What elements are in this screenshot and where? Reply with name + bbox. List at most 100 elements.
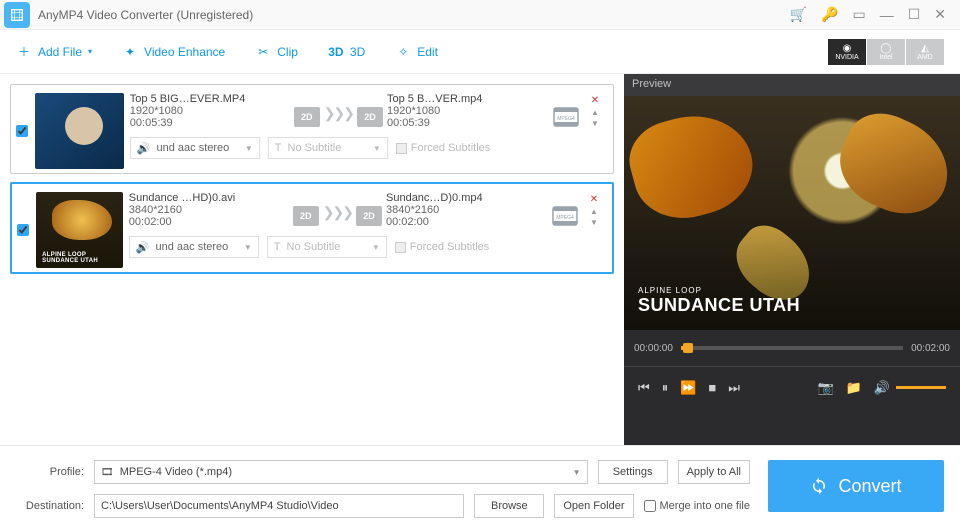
toolbar: ＋ Add File ▾ ✦ Video Enhance ✂ Clip 3D 3… [0,30,960,74]
intel-icon: ◯ [880,43,891,54]
preview-title: Preview [624,74,960,96]
source-2d-badge[interactable]: 2D [293,206,319,226]
format-icon[interactable]: MPEG4 [550,204,580,228]
gpu-amd[interactable]: ◭AMD [906,39,944,65]
cart-icon[interactable]: 🛒 [790,6,807,23]
subtitle-placeholder: No Subtitle [287,241,341,253]
item-checkbox[interactable] [17,224,29,236]
prev-button[interactable]: ⏮ [638,380,650,396]
open-folder-button[interactable]: Open Folder [554,494,633,518]
edit-icon: ✧ [395,44,411,60]
stop-button[interactable]: ■ [708,380,716,395]
three-d-label: 3D [350,45,365,59]
settings-button[interactable]: Settings [598,460,668,484]
browse-button[interactable]: Browse [474,494,544,518]
chevron-down-icon: ▾ [88,47,92,56]
subtitle-icon: T [274,241,281,253]
amd-icon: ◭ [921,43,929,54]
minimize-button[interactable]: — [880,7,894,23]
open-folder-button[interactable]: 📁 [846,380,862,396]
item-checkbox[interactable] [16,125,28,137]
audio-track-label: und aac stereo [157,142,230,154]
chevron-down-icon: ▼ [573,468,581,477]
merge-label: Merge into one file [660,500,751,512]
gpu-amd-label: AMD [917,54,933,61]
forced-subtitles-checkbox [395,242,406,253]
edit-label: Edit [417,45,438,59]
target-2d-badge[interactable]: 2D [356,206,382,226]
video-enhance-button[interactable]: ✦ Video Enhance [122,44,225,60]
remove-item-button[interactable]: ✕ [590,194,598,205]
svg-text:MPEG4: MPEG4 [556,215,574,221]
volume-icon[interactable]: 🔊 [874,380,890,396]
next-button[interactable]: ⏭ [728,380,740,396]
destination-label: Destination: [16,500,84,512]
target-filename: Sundanc…D)0.mp4 [386,192,546,204]
edit-button[interactable]: ✧ Edit [395,44,438,60]
source-duration: 00:02:00 [129,216,289,228]
source-filename: Sundance …HD)0.avi [129,192,289,204]
subtitle-dropdown[interactable]: T No Subtitle ▼ [267,236,387,258]
add-file-button[interactable]: ＋ Add File ▾ [16,44,92,60]
preview-timeline: 00:00:00 00:02:00 [624,330,960,366]
subtitle-dropdown[interactable]: T No Subtitle ▼ [268,137,388,159]
destination-field[interactable]: C:\Users\User\Documents\AnyMP4 Studio\Vi… [94,494,464,518]
fast-forward-button[interactable]: ⏩ [680,380,696,396]
time-total: 00:02:00 [911,343,950,354]
preview-controls: ⏮ ⏸ ⏩ ■ ⏭ 📷 📁 🔊 [624,366,960,408]
scissors-icon: ✂ [255,44,271,60]
speaker-icon: 🔊 [137,142,151,155]
key-icon[interactable]: 🔑 [821,6,838,23]
target-2d-badge[interactable]: 2D [357,107,383,127]
forced-subtitles-label: Forced Subtitles [410,241,489,253]
source-2d-badge[interactable]: 2D [294,107,320,127]
maximize-button[interactable]: ☐ [908,6,921,23]
three-d-button[interactable]: 3D 3D [328,44,365,60]
volume-slider[interactable] [896,386,946,389]
forced-subtitles-checkbox [396,143,407,154]
add-file-label: Add File [38,45,82,59]
profile-dropdown[interactable]: 🎞 MPEG-4 Video (*.mp4) ▼ [94,460,588,484]
gpu-nvidia-label: NVIDIA [835,54,858,61]
convert-button[interactable]: Convert [768,460,944,512]
move-up-button[interactable]: ▲ [590,207,598,216]
merge-checkbox[interactable] [644,500,656,512]
close-button[interactable]: ✕ [934,6,946,23]
profile-label: Profile: [16,466,84,478]
pause-button[interactable]: ⏸ [662,380,669,396]
format-icon[interactable]: MPEG4 [551,105,581,129]
preview-video[interactable]: ALPINE LOOP SUNDANCE UTAH [624,96,960,330]
subtitle-placeholder: No Subtitle [288,142,342,154]
snapshot-button[interactable]: 📷 [817,380,833,396]
move-up-button[interactable]: ▲ [591,108,599,117]
wand-icon: ✦ [122,44,138,60]
audio-track-dropdown[interactable]: 🔊 und aac stereo ▼ [129,236,259,258]
chevron-down-icon: ▼ [372,243,380,252]
speaker-icon: 🔊 [136,241,150,254]
nvidia-icon: ◉ [843,43,852,54]
move-down-button[interactable]: ▼ [591,119,599,128]
remove-item-button[interactable]: ✕ [591,95,599,106]
merge-checkbox-label[interactable]: Merge into one file [644,500,751,512]
three-d-icon: 3D [328,44,344,60]
forced-subtitles-toggle: Forced Subtitles [395,241,489,253]
gpu-nvidia[interactable]: ◉NVIDIA [828,39,866,65]
file-list: Top 5 BIG…EVER.MP4 1920*1080 00:05:39 2D… [0,74,624,445]
audio-track-dropdown[interactable]: 🔊 und aac stereo ▼ [130,137,260,159]
target-filename: Top 5 B…VER.mp4 [387,93,547,105]
gpu-selector: ◉NVIDIA ◯Intel ◭AMD [828,39,944,65]
clip-button[interactable]: ✂ Clip [255,44,298,60]
move-down-button[interactable]: ▼ [590,218,598,227]
video-thumbnail[interactable] [36,192,123,268]
svg-text:MPEG4: MPEG4 [557,116,575,122]
feedback-icon[interactable]: ▭ [852,6,865,23]
chevron-down-icon: ▼ [373,144,381,153]
target-dimensions: 1920*1080 [387,105,547,117]
convert-label: Convert [838,476,901,497]
gpu-intel[interactable]: ◯Intel [867,39,905,65]
video-enhance-label: Video Enhance [144,45,225,59]
seek-bar[interactable] [681,346,903,350]
gpu-intel-label: Intel [879,54,892,61]
apply-to-all-button[interactable]: Apply to All [678,460,750,484]
video-thumbnail[interactable] [35,93,123,169]
